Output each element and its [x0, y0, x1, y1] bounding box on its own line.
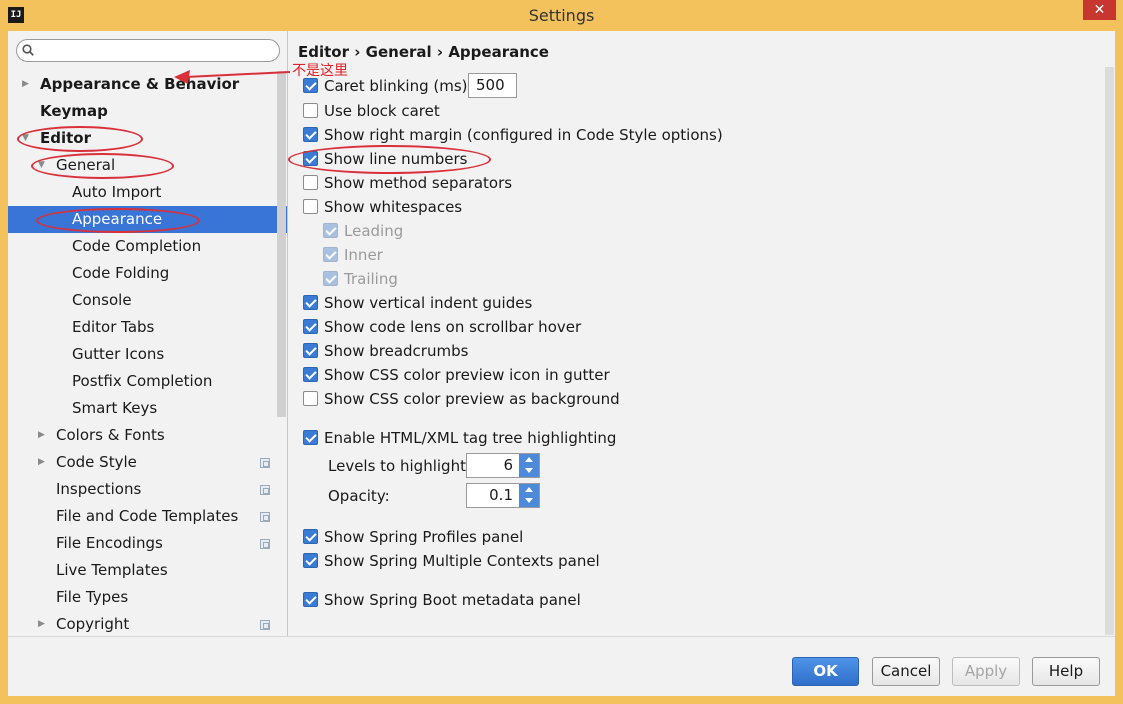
settings-window: IJ Settings ✕ ▶ Appearance & Behavior Keym… — [0, 0, 1123, 704]
annotation-note: 不是这里 — [292, 63, 348, 79]
annotation-arrow-icon — [174, 70, 291, 84]
